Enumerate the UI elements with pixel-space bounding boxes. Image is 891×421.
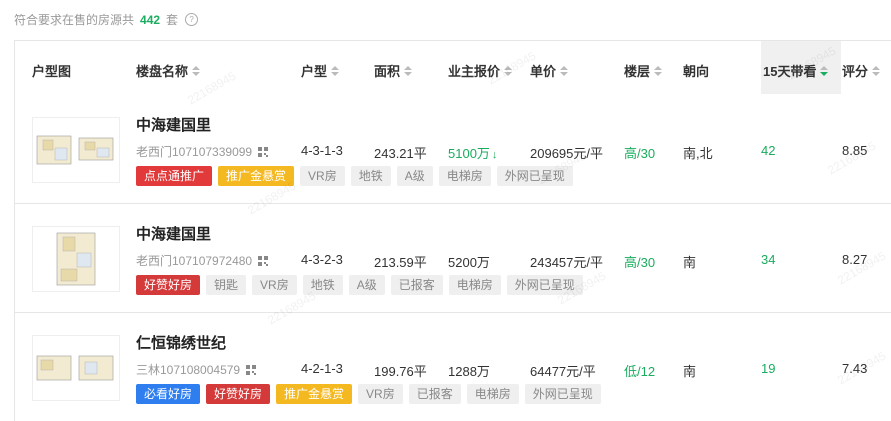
summary-prefix: 符合要求在售的房源共 bbox=[14, 13, 135, 27]
table-row[interactable]: 仁恒锦绣世纪 三林107108004579 必看好房 好赞好房 推广金悬赏 VR… bbox=[15, 313, 891, 421]
sort-icon[interactable] bbox=[560, 65, 569, 76]
tag: 已报客 bbox=[390, 275, 443, 295]
tag: VR房 bbox=[300, 166, 345, 186]
sort-icon[interactable] bbox=[331, 65, 340, 76]
header-area[interactable]: 面积 bbox=[374, 61, 413, 80]
header-views15[interactable]: 15天带看 bbox=[763, 61, 829, 80]
views15-value: 34 bbox=[761, 252, 776, 267]
estate-name[interactable]: 中海建国里 bbox=[136, 223, 211, 244]
tag: VR房 bbox=[358, 384, 403, 404]
orientation-value: 南 bbox=[683, 364, 697, 379]
tag: 电梯房 bbox=[448, 275, 501, 295]
listing-code: 老西门107107972480 bbox=[136, 252, 269, 269]
price-value: 1288万 bbox=[448, 364, 490, 379]
unit-price-value: 243457元/平 bbox=[530, 255, 603, 270]
sort-icon[interactable] bbox=[654, 65, 663, 76]
area-value: 213.59平 bbox=[374, 255, 427, 270]
listing-count: 442 bbox=[140, 12, 161, 27]
tag: 地铁 bbox=[302, 275, 343, 295]
tag: 已报客 bbox=[408, 384, 461, 404]
floorplan-thumbnail[interactable] bbox=[32, 117, 120, 183]
score-value: 8.85 bbox=[842, 143, 868, 158]
tag: A级 bbox=[348, 275, 385, 295]
listing-code: 三林107108004579 bbox=[136, 361, 257, 378]
floorplan-thumbnail[interactable] bbox=[32, 335, 120, 401]
header-unit-price[interactable]: 单价 bbox=[530, 61, 569, 80]
listing-table: 户型图 楼盘名称 户型 面积 业主报价 单价 楼层 朝向 15天带看 评分 中海… bbox=[14, 40, 891, 421]
help-icon[interactable]: ? bbox=[185, 13, 199, 26]
floor-value: 高/30 bbox=[624, 255, 656, 270]
views15-value: 19 bbox=[761, 361, 776, 376]
sort-icon[interactable] bbox=[872, 65, 881, 76]
price-value: 5200万 bbox=[448, 255, 490, 270]
tag: 电梯房 bbox=[466, 384, 519, 404]
floor-value: 高/30 bbox=[624, 146, 656, 161]
sort-icon[interactable] bbox=[404, 65, 413, 76]
layout-value: 4-3-1-3 bbox=[301, 143, 343, 158]
header-orientation: 朝向 bbox=[683, 64, 710, 79]
unit-price-value: 64477元/平 bbox=[530, 364, 596, 379]
tag: 外网已呈现 bbox=[524, 384, 601, 404]
orientation-value: 南 bbox=[683, 255, 697, 270]
score-value: 8.27 bbox=[842, 252, 868, 267]
tag: 外网已呈现 bbox=[506, 275, 583, 295]
tag: VR房 bbox=[252, 275, 297, 295]
tag: 推广金悬赏 bbox=[276, 384, 353, 404]
tag-list: 好赞好房 钥匙 VR房 地铁 A级 已报客 电梯房 外网已呈现 bbox=[136, 275, 583, 295]
score-value: 7.43 bbox=[842, 361, 868, 376]
table-row[interactable]: 中海建国里 老西门107107339099 点点通推广 推广金悬赏 VR房 地铁… bbox=[15, 94, 891, 203]
tag: 推广金悬赏 bbox=[218, 166, 295, 186]
views15-value: 42 bbox=[761, 143, 776, 158]
sort-icon[interactable] bbox=[504, 65, 513, 76]
tag: 外网已呈现 bbox=[496, 166, 573, 186]
tag-list: 点点通推广 推广金悬赏 VR房 地铁 A级 电梯房 外网已呈现 bbox=[136, 166, 573, 186]
layout-value: 4-2-1-3 bbox=[301, 361, 343, 376]
tag: A级 bbox=[396, 166, 433, 186]
tag: 电梯房 bbox=[438, 166, 491, 186]
header-name[interactable]: 楼盘名称 bbox=[136, 61, 201, 80]
floor-value: 低/12 bbox=[624, 364, 656, 379]
price-value: 5100万 ↓ bbox=[448, 146, 498, 161]
header-floorplan: 户型图 bbox=[32, 64, 72, 79]
unit-price-value: 209695元/平 bbox=[530, 146, 603, 161]
table-header: 户型图 楼盘名称 户型 面积 业主报价 单价 楼层 朝向 15天带看 评分 bbox=[15, 41, 891, 94]
qr-code-icon[interactable] bbox=[246, 364, 257, 375]
tag-list: 必看好房 好赞好房 推广金悬赏 VR房 已报客 电梯房 外网已呈现 bbox=[136, 384, 601, 404]
layout-value: 4-3-2-3 bbox=[301, 252, 343, 267]
listing-code: 老西门107107339099 bbox=[136, 143, 269, 160]
floorplan-thumbnail[interactable] bbox=[32, 226, 120, 292]
table-row[interactable]: 中海建国里 老西门107107972480 好赞好房 钥匙 VR房 地铁 A级 … bbox=[15, 204, 891, 312]
area-value: 199.76平 bbox=[374, 364, 427, 379]
qr-code-icon[interactable] bbox=[258, 255, 269, 266]
tag: 地铁 bbox=[350, 166, 391, 186]
header-price[interactable]: 业主报价 bbox=[448, 61, 513, 80]
header-score[interactable]: 评分 bbox=[842, 61, 881, 80]
estate-name[interactable]: 中海建国里 bbox=[136, 114, 211, 135]
tag: 点点通推广 bbox=[136, 166, 213, 186]
tag: 好赞好房 bbox=[206, 384, 271, 404]
sort-icon[interactable] bbox=[192, 65, 201, 76]
tag: 必看好房 bbox=[136, 384, 201, 404]
sort-active-icon[interactable] bbox=[820, 65, 829, 76]
area-value: 243.21平 bbox=[374, 146, 427, 161]
orientation-value: 南,北 bbox=[683, 146, 713, 161]
summary-unit: 套 bbox=[166, 13, 179, 27]
price-down-icon: ↓ bbox=[491, 149, 498, 161]
tag: 钥匙 bbox=[206, 275, 247, 295]
qr-code-icon[interactable] bbox=[258, 146, 269, 157]
tag: 好赞好房 bbox=[136, 275, 201, 295]
listing-summary: 符合要求在售的房源共 442 套 ? bbox=[14, 11, 199, 28]
header-floor[interactable]: 楼层 bbox=[624, 61, 663, 80]
estate-name[interactable]: 仁恒锦绣世纪 bbox=[136, 332, 226, 353]
header-layout[interactable]: 户型 bbox=[301, 61, 340, 80]
